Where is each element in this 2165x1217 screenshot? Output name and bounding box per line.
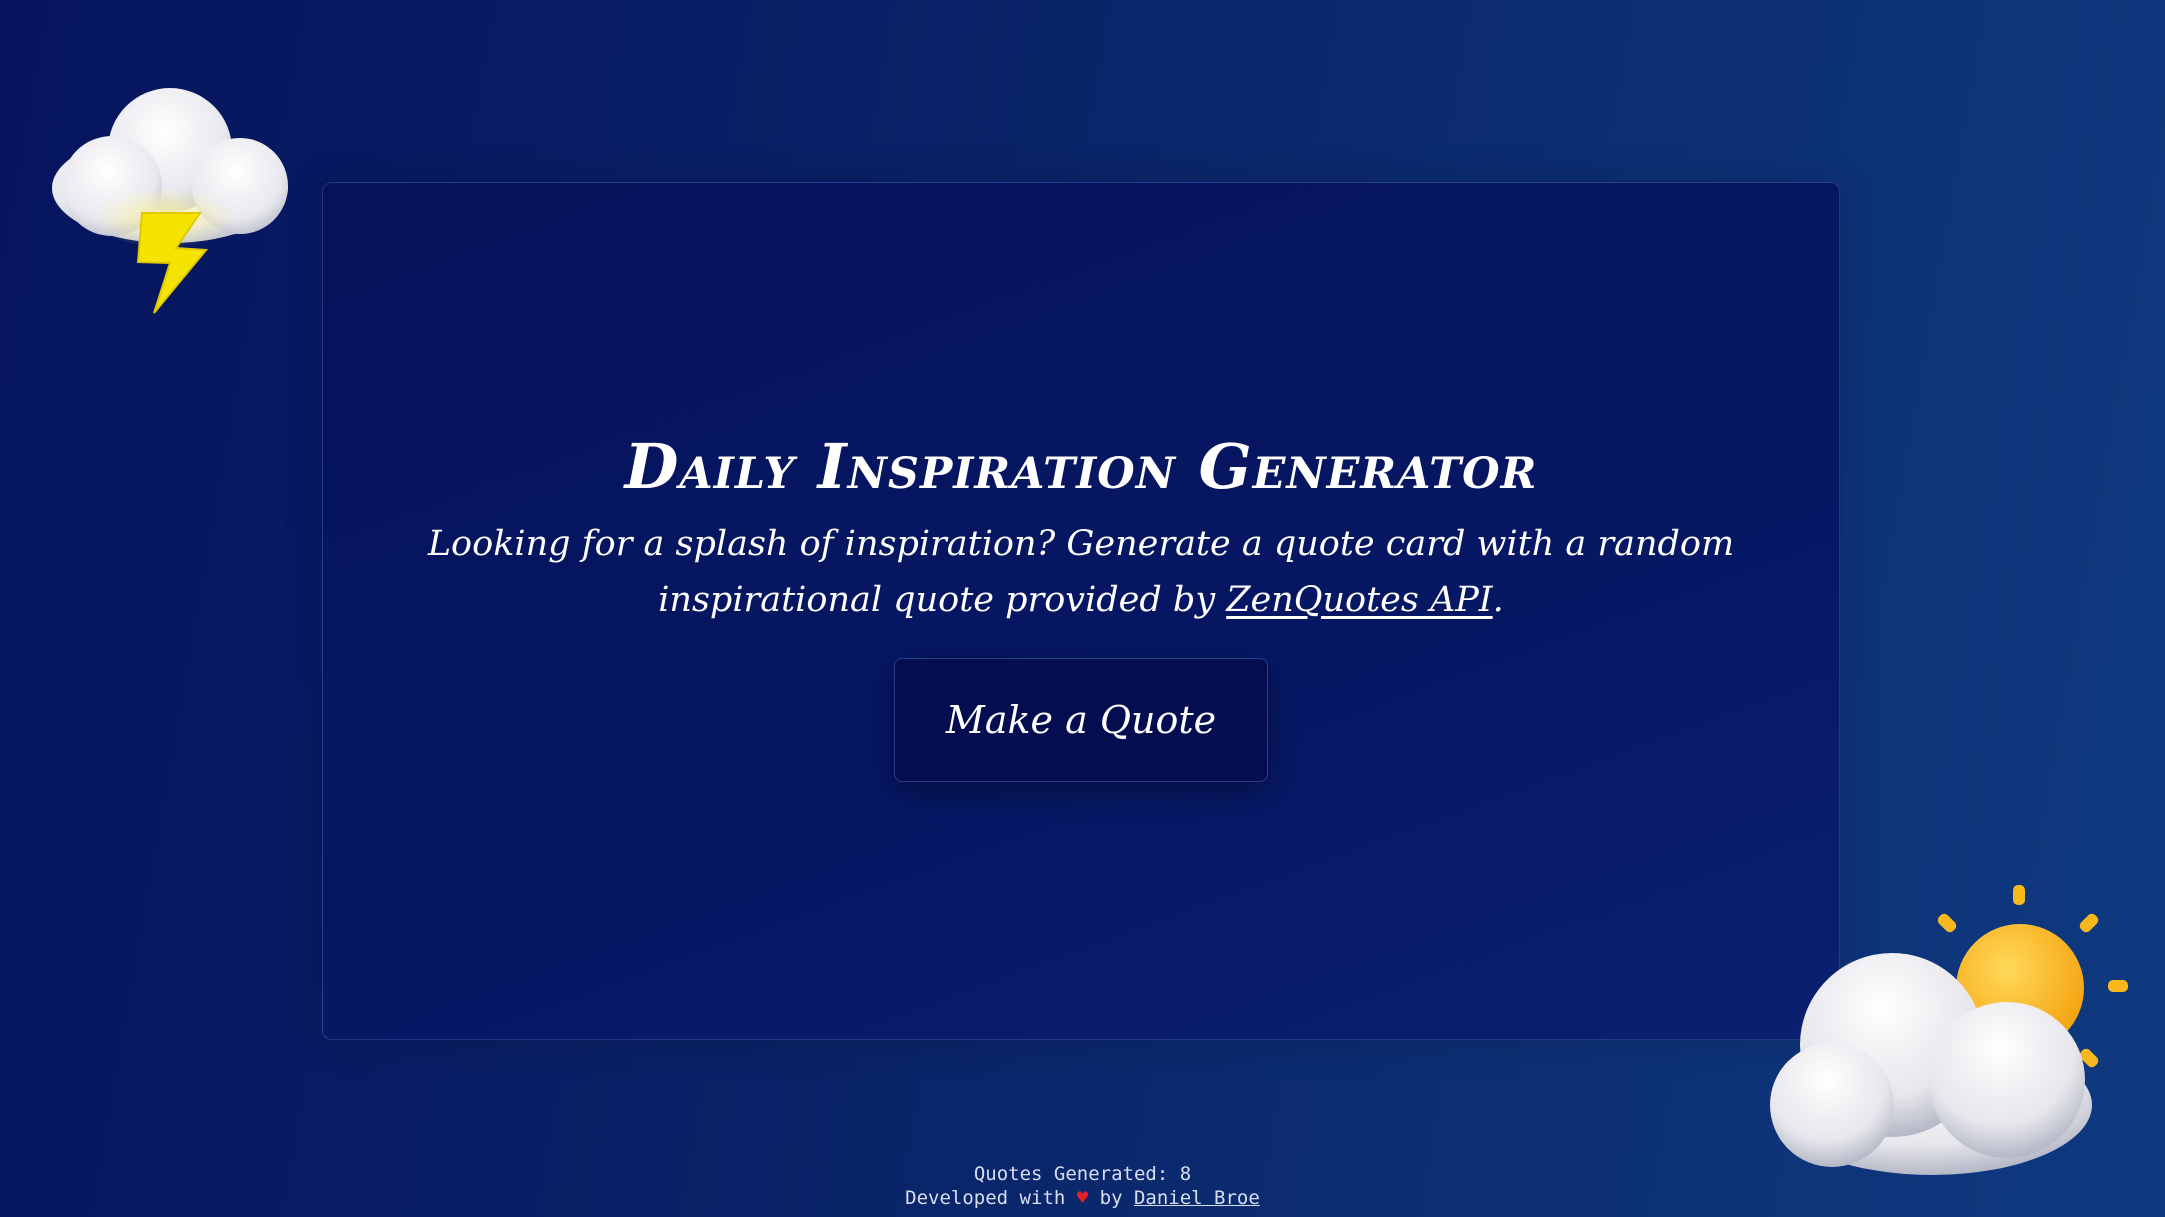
subtitle-end: . <box>1492 579 1504 620</box>
page-subtitle: Looking for a splash of inspiration? Gen… <box>371 516 1791 628</box>
storm-cloud-icon <box>52 88 288 314</box>
counter-label: Quotes Generated: <box>973 1163 1180 1185</box>
zenquotes-link[interactable]: ZenQuotes API <box>1226 580 1492 620</box>
subtitle-text: Looking for a splash of inspiration? Gen… <box>427 523 1735 620</box>
main-card: Daily Inspiration Generator Looking for … <box>322 182 1840 1040</box>
heart-icon: ♥ <box>1076 1187 1089 1209</box>
footer: Quotes Generated: 8 Developed with ♥ by … <box>0 1162 2165 1210</box>
developer-credit: Developed with ♥ by Daniel Broe <box>0 1186 2165 1210</box>
author-link[interactable]: Daniel Broe <box>1134 1187 1260 1209</box>
credit-prefix: Developed with <box>905 1187 1077 1209</box>
sun-behind-cloud-icon <box>1770 885 2128 1175</box>
credit-by: by <box>1088 1187 1134 1209</box>
card-content: Daily Inspiration Generator Looking for … <box>323 183 1839 1039</box>
page-title: Daily Inspiration Generator <box>624 430 1538 504</box>
quote-counter: Quotes Generated: 8 <box>0 1162 2165 1186</box>
make-quote-button[interactable]: Make a Quote <box>894 657 1268 782</box>
counter-value: 8 <box>1179 1163 1192 1185</box>
